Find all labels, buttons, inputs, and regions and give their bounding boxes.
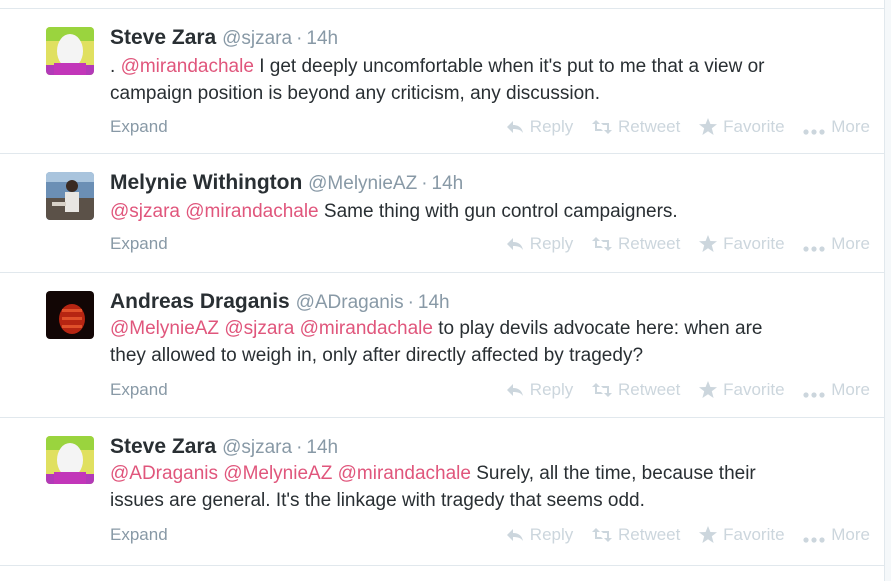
more-button[interactable]: More	[803, 117, 870, 137]
reply-button[interactable]: Reply	[506, 117, 573, 137]
retweet-button[interactable]: Retweet	[592, 380, 680, 400]
ellipsis-icon	[803, 537, 825, 543]
tweet-text-line: Same thing with gun control campaigners.	[318, 201, 678, 222]
retweet-icon	[592, 120, 612, 134]
expand-link[interactable]: Expand	[110, 380, 168, 400]
expand-link[interactable]: Expand	[110, 117, 168, 137]
ellipsis-icon	[803, 392, 825, 398]
reply-icon	[506, 121, 523, 133]
tweet-text-line: they allowed to weigh in, only after dir…	[110, 345, 644, 366]
tweet-timestamp[interactable]: 14h	[418, 292, 450, 313]
retweet-button[interactable]: Retweet	[592, 234, 680, 254]
reply-button[interactable]: Reply	[506, 380, 573, 400]
tweet-text: . @mirandachale I get deeply uncomfortab…	[110, 53, 850, 107]
mention-link[interactable]: @MelynieAZ	[110, 318, 219, 339]
mention-link[interactable]: @mirandachale	[300, 318, 433, 339]
more-button[interactable]: More	[803, 525, 870, 545]
mention-link[interactable]: @sjzara	[224, 318, 294, 339]
tweet[interactable]: Andreas Draganis @ADraganis · 14h @Melynie…	[0, 273, 884, 418]
expand-link[interactable]: Expand	[110, 234, 168, 254]
author-username[interactable]: @ADraganis	[296, 292, 404, 313]
favorite-button[interactable]: Favorite	[699, 380, 785, 400]
tweet-timestamp[interactable]: 14h	[306, 437, 338, 458]
mention-link[interactable]: @mirandachale	[185, 201, 318, 222]
star-icon	[699, 235, 718, 252]
mention-link[interactable]: @mirandachale	[121, 56, 254, 77]
expand-link[interactable]: Expand	[110, 525, 168, 545]
tweet-text: @sjzara @mirandachale Same thing with gu…	[110, 198, 850, 225]
star-icon	[699, 526, 718, 543]
retweet-icon	[592, 237, 612, 251]
star-icon	[699, 118, 718, 135]
author-name[interactable]: Andreas Draganis	[110, 290, 290, 313]
avatar[interactable]	[46, 436, 94, 484]
tweet-text-line: issues are general. It's the linkage wit…	[110, 490, 645, 511]
tweet-text-line: Surely, all the time, because their	[470, 463, 756, 484]
tweet-text: @ADraganis @MelynieAZ @mirandachale Sure…	[110, 460, 850, 514]
retweet-button[interactable]: Retweet	[592, 525, 680, 545]
favorite-button[interactable]: Favorite	[699, 234, 785, 254]
reply-icon	[506, 384, 523, 396]
author-username[interactable]: @sjzara	[222, 437, 292, 458]
scroll-gutter	[885, 0, 891, 581]
favorite-button[interactable]: Favorite	[699, 117, 785, 137]
separator: ·	[407, 292, 414, 313]
author-name[interactable]: Steve Zara	[110, 26, 216, 49]
more-button[interactable]: More	[803, 380, 870, 400]
tweet-timestamp[interactable]: 14h	[432, 173, 464, 194]
ellipsis-icon	[803, 129, 825, 135]
mention-link[interactable]: @ADraganis	[110, 463, 218, 484]
favorite-button[interactable]: Favorite	[699, 525, 785, 545]
tweet-timestamp[interactable]: 14h	[306, 28, 338, 49]
tweet[interactable]: Steve Zara @sjzara · 14h . @mirandachale I…	[0, 9, 884, 154]
tweet-text-line: I get deeply uncomfortable when it's put…	[253, 56, 765, 77]
author-name[interactable]: Melynie Withington	[110, 171, 302, 194]
tweet-text-line: to play devils advocate here: when are	[432, 318, 763, 339]
mention-link[interactable]: @MelynieAZ	[223, 463, 332, 484]
avatar[interactable]	[46, 172, 94, 220]
retweet-icon	[592, 528, 612, 542]
timeline: Steve Zara @sjzara · 14h . @mirandachale I…	[0, 0, 885, 581]
more-button[interactable]: More	[803, 234, 870, 254]
author-username[interactable]: @sjzara	[222, 28, 292, 49]
tweet-text-prefix: .	[110, 56, 121, 77]
mention-link[interactable]: @mirandachale	[338, 463, 471, 484]
avatar[interactable]	[46, 291, 94, 339]
separator: ·	[296, 28, 303, 49]
tweet-text: @MelynieAZ @sjzara @mirandachale to play…	[110, 315, 850, 369]
retweet-icon	[592, 383, 612, 397]
reply-icon	[506, 529, 523, 541]
tweet[interactable]: Steve Zara @sjzara · 14h @ADraganis @Melyn…	[0, 418, 884, 566]
star-icon	[699, 381, 718, 398]
tweet[interactable]: Melynie Withington @MelynieAZ · 14h @sjzar…	[0, 154, 884, 273]
author-username[interactable]: @MelynieAZ	[308, 173, 417, 194]
reply-icon	[506, 238, 523, 250]
ellipsis-icon	[803, 246, 825, 252]
separator: ·	[421, 173, 428, 194]
tweet-text-line: campaign position is beyond any criticis…	[110, 83, 601, 104]
separator: ·	[296, 437, 303, 458]
author-name[interactable]: Steve Zara	[110, 435, 216, 458]
mention-link[interactable]: @sjzara	[110, 201, 180, 222]
retweet-button[interactable]: Retweet	[592, 117, 680, 137]
reply-button[interactable]: Reply	[506, 525, 573, 545]
reply-button[interactable]: Reply	[506, 234, 573, 254]
avatar[interactable]	[46, 27, 94, 75]
